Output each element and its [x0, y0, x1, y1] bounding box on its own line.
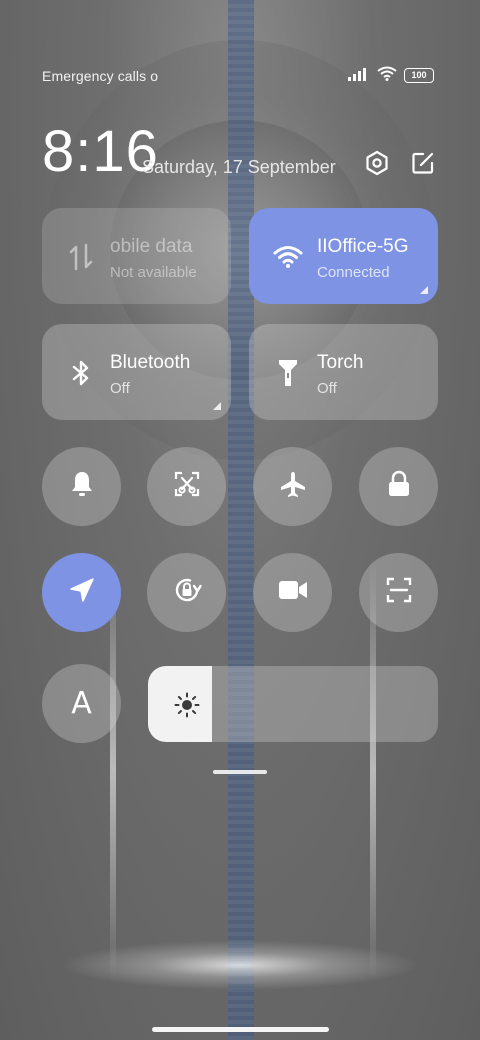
status-icons: 100 [348, 66, 434, 84]
auto-brightness-button[interactable]: A [42, 664, 121, 743]
wifi-network-name: IIOffice-5G [317, 236, 409, 257]
brightness-slider[interactable] [148, 666, 438, 742]
sun-icon [174, 692, 200, 718]
scan-icon [385, 576, 413, 609]
airplane-mode-toggle[interactable] [253, 447, 332, 526]
mobile-data-subtitle: Not available [110, 264, 197, 281]
scanner-toggle[interactable] [359, 553, 438, 632]
mobile-data-title: obile data [110, 236, 193, 257]
edit-icon [411, 151, 435, 180]
mobile-data-tile[interactable]: obile data Not available [42, 208, 231, 304]
bluetooth-icon [64, 356, 98, 390]
status-bar: Emergency calls o 100 [42, 66, 434, 86]
expand-corner-icon[interactable] [213, 402, 221, 410]
battery-icon: 100 [404, 67, 434, 83]
expand-corner-icon[interactable] [420, 286, 428, 294]
wallpaper-stripe [228, 0, 254, 1040]
wifi-tile[interactable]: IIOffice-5G Connected [249, 208, 438, 304]
home-indicator[interactable] [152, 1027, 329, 1032]
screen-recorder-toggle[interactable] [253, 553, 332, 632]
torch-status: Off [317, 380, 337, 397]
bluetooth-tile[interactable]: Bluetooth Off [42, 324, 231, 420]
lock-icon [387, 470, 411, 503]
torch-title: Torch [317, 352, 364, 373]
mobile-data-icon [64, 240, 98, 274]
torch-icon [271, 356, 305, 390]
airplane-icon [279, 470, 307, 503]
torch-tile[interactable]: Torch Off [249, 324, 438, 420]
screenshot-toggle[interactable] [147, 447, 226, 526]
edit-button[interactable] [408, 150, 438, 180]
bluetooth-status: Off [110, 380, 130, 397]
bell-icon [69, 470, 95, 503]
location-arrow-icon [69, 577, 95, 608]
wallpaper-light-beam [110, 560, 116, 980]
carrier-text: Emergency calls o [42, 68, 159, 84]
rotation-lock-icon [172, 575, 202, 610]
rotation-lock-toggle[interactable] [147, 553, 226, 632]
wallpaper-floor-glow [60, 940, 420, 990]
video-camera-icon [278, 579, 308, 606]
bluetooth-title: Bluetooth [110, 352, 191, 373]
wifi-status: Connected [317, 264, 390, 281]
scissors-icon [173, 470, 201, 503]
signal-icon [348, 67, 370, 84]
lock-screen-toggle[interactable] [359, 447, 438, 526]
settings-icon [364, 150, 390, 181]
settings-button[interactable] [362, 150, 392, 180]
date[interactable]: Saturday, 17 September [142, 157, 336, 178]
location-toggle[interactable] [42, 553, 121, 632]
panel-drag-handle[interactable] [213, 770, 267, 774]
auto-brightness-label: A [71, 686, 92, 721]
sound-toggle[interactable] [42, 447, 121, 526]
wifi-icon [377, 66, 397, 84]
wifi-icon [271, 240, 305, 274]
